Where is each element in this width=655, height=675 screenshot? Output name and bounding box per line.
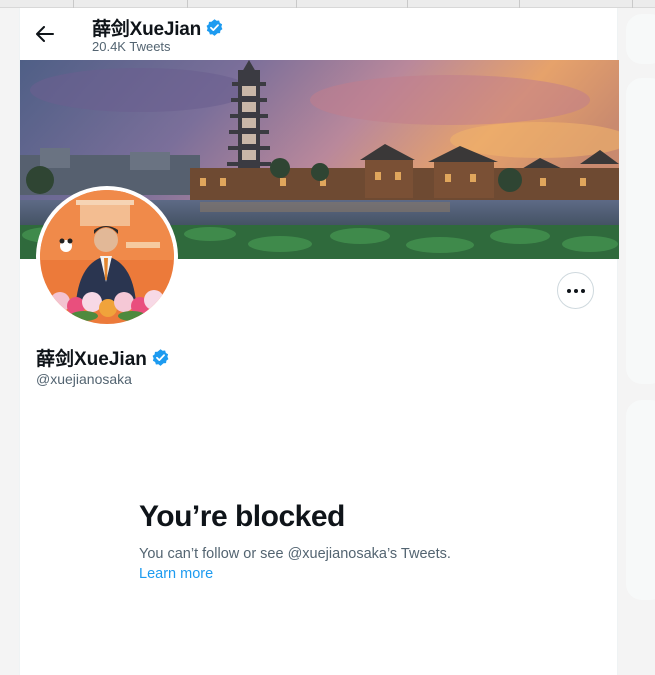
more-horizontal-icon-dot <box>580 288 585 293</box>
header-name: 薛剑XueJian <box>92 19 202 40</box>
back-button[interactable] <box>32 21 58 47</box>
strip-divider <box>296 0 297 8</box>
sidebar-panel-fragment <box>626 78 655 384</box>
strip-divider <box>632 0 633 8</box>
blocked-title: You’re blocked <box>139 500 345 533</box>
verified-badge-icon <box>151 348 170 367</box>
strip-divider <box>187 0 188 8</box>
arrow-left-icon <box>36 26 54 42</box>
verified-badge-icon <box>205 18 224 37</box>
strip-divider <box>407 0 408 8</box>
header-title: 薛剑XueJian <box>92 14 224 41</box>
profile-display-name: 薛剑XueJian <box>36 349 147 370</box>
profile-name: 薛剑XueJian <box>36 344 170 371</box>
more-options-button[interactable] <box>557 272 594 309</box>
profile-header: 薛剑XueJian 20.4K Tweets <box>20 8 617 60</box>
profile-handle: @xuejianosaka <box>36 371 132 387</box>
blocked-description: You can’t follow or see @xuejianosaka’s … <box>139 546 451 562</box>
sidebar-panel-fragment <box>626 400 655 600</box>
more-horizontal-icon <box>566 288 571 293</box>
learn-more-link[interactable]: Learn more <box>139 566 213 582</box>
browser-top-strip <box>0 0 655 8</box>
strip-divider <box>519 0 520 8</box>
tweet-count: 20.4K Tweets <box>92 39 171 54</box>
strip-divider <box>73 0 74 8</box>
profile-column: 薛剑XueJian 20.4K Tweets 薛剑XueJian @xuejia… <box>19 8 619 675</box>
sidebar-search-fragment <box>626 14 655 64</box>
profile-avatar[interactable] <box>36 186 178 328</box>
more-horizontal-icon-dot <box>573 288 578 293</box>
avatar-image <box>40 190 174 324</box>
